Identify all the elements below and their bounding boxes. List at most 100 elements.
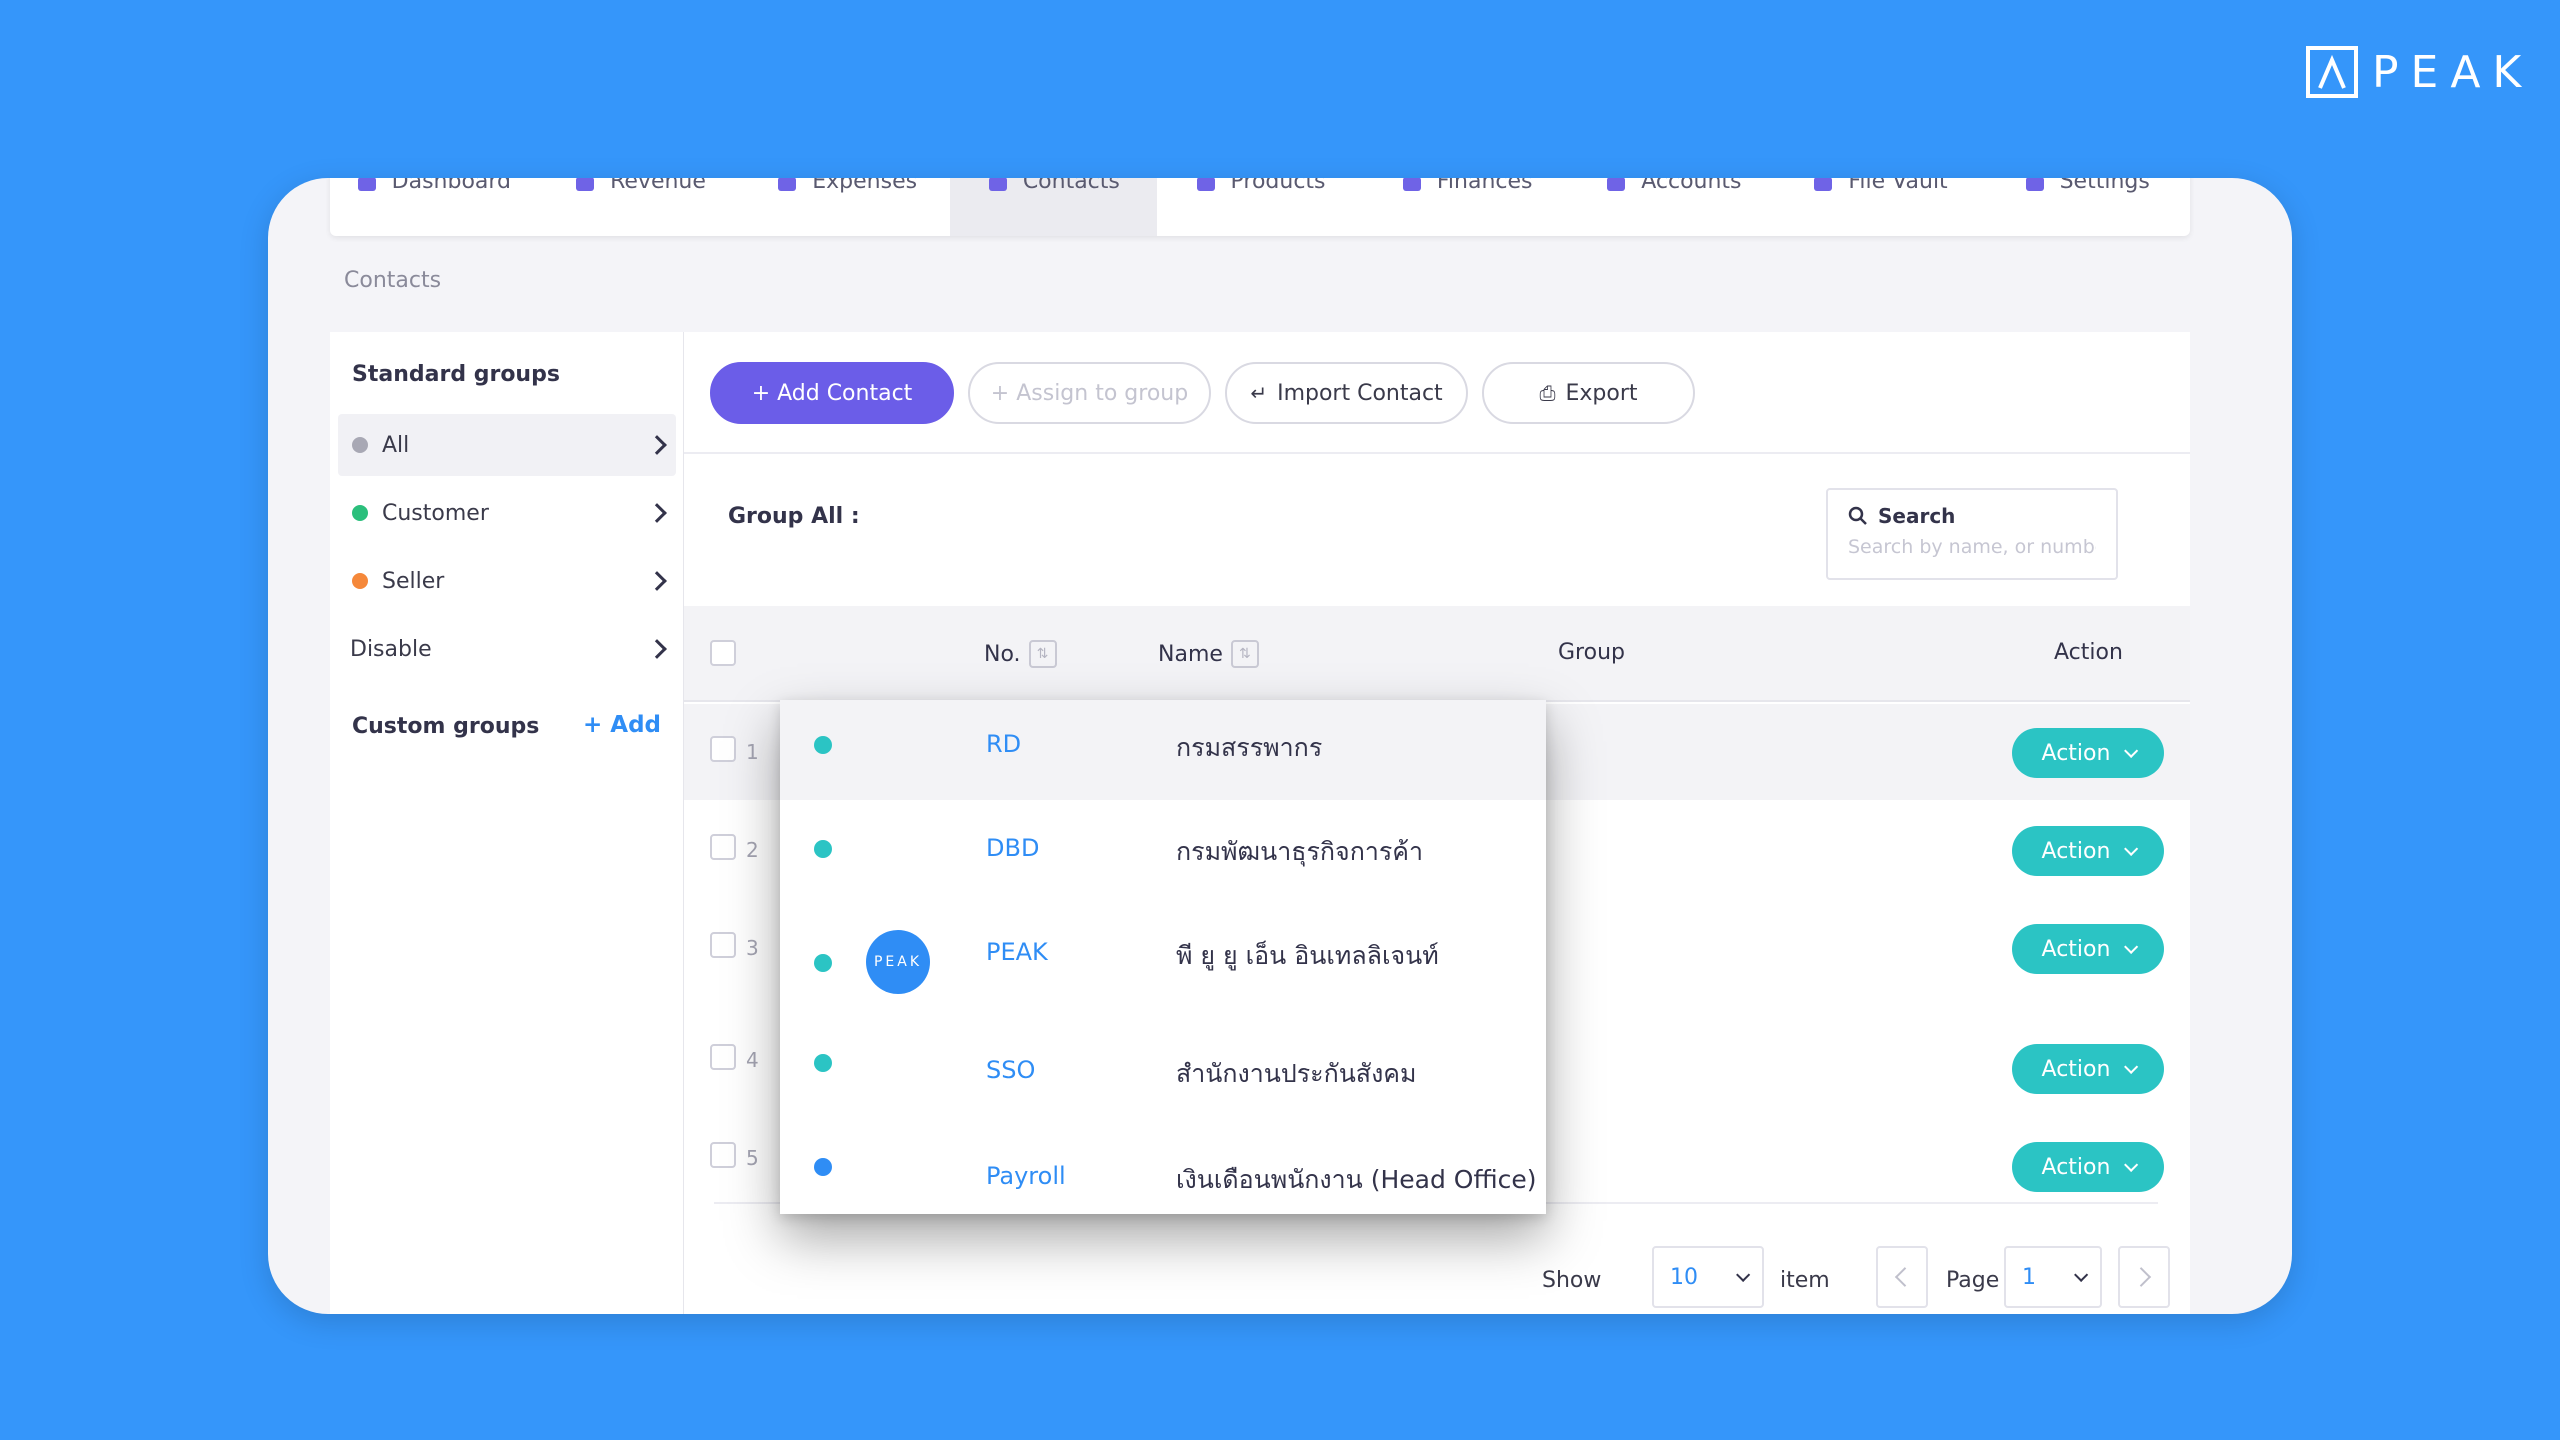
contact-code[interactable]: SSO bbox=[986, 1056, 1035, 1084]
action-dropdown-button[interactable]: Action bbox=[2012, 728, 2164, 778]
column-group: Group bbox=[1558, 640, 1625, 665]
select-all-checkbox[interactable] bbox=[710, 640, 736, 666]
action-dropdown-button[interactable]: Action bbox=[2012, 924, 2164, 974]
brand-name: PEAK bbox=[2372, 46, 2534, 98]
list-item[interactable]: DBD กรมพัฒนาธุรกิจการค้า bbox=[780, 804, 1546, 904]
column-no[interactable]: No. ⇅ bbox=[984, 640, 1057, 668]
show-label: Show bbox=[1542, 1268, 1602, 1293]
action-dropdown-button[interactable]: Action bbox=[2012, 1044, 2164, 1094]
nav-finances[interactable]: Finances bbox=[1363, 178, 1570, 236]
assign-to-group-button[interactable]: + Assign to group bbox=[968, 362, 1211, 424]
chevron-down-icon bbox=[1736, 1267, 1751, 1282]
contact-name: เงินเดือนพนักงาน (Head Office) bbox=[1176, 1165, 1537, 1194]
nav-expenses[interactable]: Expenses bbox=[743, 178, 950, 236]
status-dot bbox=[814, 736, 832, 754]
chevron-down-icon bbox=[2074, 1267, 2089, 1282]
nav-revenue[interactable]: Revenue bbox=[537, 178, 744, 236]
group-sidebar: Standard groups All Customer Seller Disa… bbox=[330, 332, 684, 1314]
chevron-down-icon bbox=[2124, 939, 2139, 954]
row-checkbox[interactable] bbox=[710, 834, 736, 860]
search-box[interactable]: Search bbox=[1826, 488, 2118, 580]
page-select[interactable]: 1 bbox=[2004, 1246, 2102, 1308]
printer-icon: ⎙ bbox=[1539, 381, 1556, 405]
per-page-select[interactable]: 10 bbox=[1652, 1246, 1764, 1308]
sidebar-item-all[interactable]: All bbox=[338, 414, 676, 476]
sidebar-item-disable[interactable]: Disable bbox=[338, 618, 676, 680]
accounts-icon bbox=[1605, 178, 1627, 194]
action-dropdown-button[interactable]: Action bbox=[2012, 1142, 2164, 1192]
contacts-icon bbox=[987, 178, 1009, 194]
status-dot bbox=[352, 505, 368, 521]
gear-icon bbox=[2024, 178, 2046, 194]
toolbar: + Add Contact + Assign to group ↵ Import… bbox=[710, 362, 1695, 424]
contact-name: พี ยู ยู เอ็น อินเทลลิเจนท์ bbox=[1176, 941, 1439, 970]
search-input[interactable] bbox=[1848, 536, 2096, 558]
column-action: Action bbox=[2054, 640, 2123, 665]
row-number: 3 bbox=[746, 936, 759, 960]
action-dropdown-button[interactable]: Action bbox=[2012, 826, 2164, 876]
custom-groups-title: Custom groups bbox=[352, 714, 540, 739]
nav-products[interactable]: Products bbox=[1157, 178, 1364, 236]
row-number: 4 bbox=[746, 1048, 759, 1072]
contact-code[interactable]: DBD bbox=[986, 834, 1039, 862]
search-label: Search bbox=[1878, 504, 1956, 528]
list-item[interactable]: RD กรมสรรพากร bbox=[780, 700, 1546, 800]
chevron-down-icon bbox=[2124, 841, 2139, 856]
chevron-down-icon bbox=[2124, 1157, 2139, 1172]
import-contact-button[interactable]: ↵ Import Contact bbox=[1225, 362, 1468, 424]
add-custom-group-button[interactable]: + Add bbox=[583, 712, 661, 738]
row-number: 5 bbox=[746, 1146, 759, 1170]
row-checkbox[interactable] bbox=[710, 932, 736, 958]
brand-logo: PEAK bbox=[2306, 46, 2533, 98]
contact-code[interactable]: Payroll bbox=[986, 1162, 1066, 1190]
sidebar-item-seller[interactable]: Seller bbox=[338, 550, 676, 612]
contact-name: สำนักงานประกันสังคม bbox=[1176, 1059, 1417, 1088]
dashboard-icon bbox=[356, 178, 378, 194]
standard-groups-title: Standard groups bbox=[352, 362, 560, 387]
divider bbox=[684, 452, 2190, 454]
import-file-icon: ↵ bbox=[1250, 381, 1268, 405]
chevron-right-icon bbox=[647, 435, 667, 455]
list-item[interactable]: SSO สำนักงานประกันสังคม bbox=[780, 1018, 1546, 1118]
contact-code[interactable]: PEAK bbox=[986, 938, 1048, 966]
expenses-icon bbox=[776, 178, 798, 194]
page-label: Page bbox=[1946, 1268, 2000, 1293]
sort-icon[interactable]: ⇅ bbox=[1230, 640, 1259, 668]
sort-icon[interactable]: ⇅ bbox=[1028, 640, 1057, 668]
nav-file-vault[interactable]: File Vault bbox=[1777, 178, 1984, 236]
row-number: 1 bbox=[746, 740, 759, 764]
nav-accounts[interactable]: Accounts bbox=[1570, 178, 1777, 236]
contact-code[interactable]: RD bbox=[986, 730, 1021, 758]
nav-dashboard[interactable]: Dashboard bbox=[330, 178, 537, 236]
list-item[interactable]: Payroll เงินเดือนพนักงาน (Head Office) bbox=[780, 1114, 1546, 1214]
next-page-button[interactable] bbox=[2118, 1246, 2170, 1308]
products-icon bbox=[1195, 178, 1217, 194]
chevron-right-icon bbox=[647, 571, 667, 591]
add-contact-button[interactable]: + Add Contact bbox=[710, 362, 954, 424]
sidebar-item-customer[interactable]: Customer bbox=[338, 482, 676, 544]
row-checkbox[interactable] bbox=[710, 1044, 736, 1070]
top-navigation: Dashboard Revenue Expenses Contacts Prod… bbox=[330, 178, 2190, 236]
finances-icon bbox=[1401, 178, 1423, 194]
group-title: Group All : bbox=[728, 504, 860, 529]
nav-settings[interactable]: Settings bbox=[1983, 178, 2190, 236]
chevron-right-icon bbox=[647, 503, 667, 523]
row-checkbox[interactable] bbox=[710, 736, 736, 762]
column-name[interactable]: Name ⇅ bbox=[1158, 640, 1259, 668]
status-dot bbox=[814, 840, 832, 858]
list-item[interactable]: PEAK PEAK พี ยู ยู เอ็น อินเทลลิเจนท์ bbox=[780, 914, 1546, 1014]
peak-logo-icon bbox=[2306, 46, 2358, 98]
table-header: No. ⇅ Name ⇅ Group Action bbox=[684, 606, 2190, 702]
avatar: PEAK bbox=[866, 930, 930, 994]
item-label: item bbox=[1780, 1268, 1830, 1293]
prev-page-button[interactable] bbox=[1876, 1246, 1928, 1308]
chevron-right-icon bbox=[647, 639, 667, 659]
contact-name: กรมสรรพากร bbox=[1176, 733, 1323, 762]
search-icon bbox=[1848, 506, 1867, 525]
export-button[interactable]: ⎙ Export bbox=[1482, 362, 1695, 424]
nav-contacts[interactable]: Contacts bbox=[950, 178, 1157, 236]
contact-name: กรมพัฒนาธุรกิจการค้า bbox=[1176, 837, 1424, 866]
breadcrumb: Contacts bbox=[344, 268, 442, 293]
status-dot bbox=[352, 573, 368, 589]
row-checkbox[interactable] bbox=[710, 1142, 736, 1168]
